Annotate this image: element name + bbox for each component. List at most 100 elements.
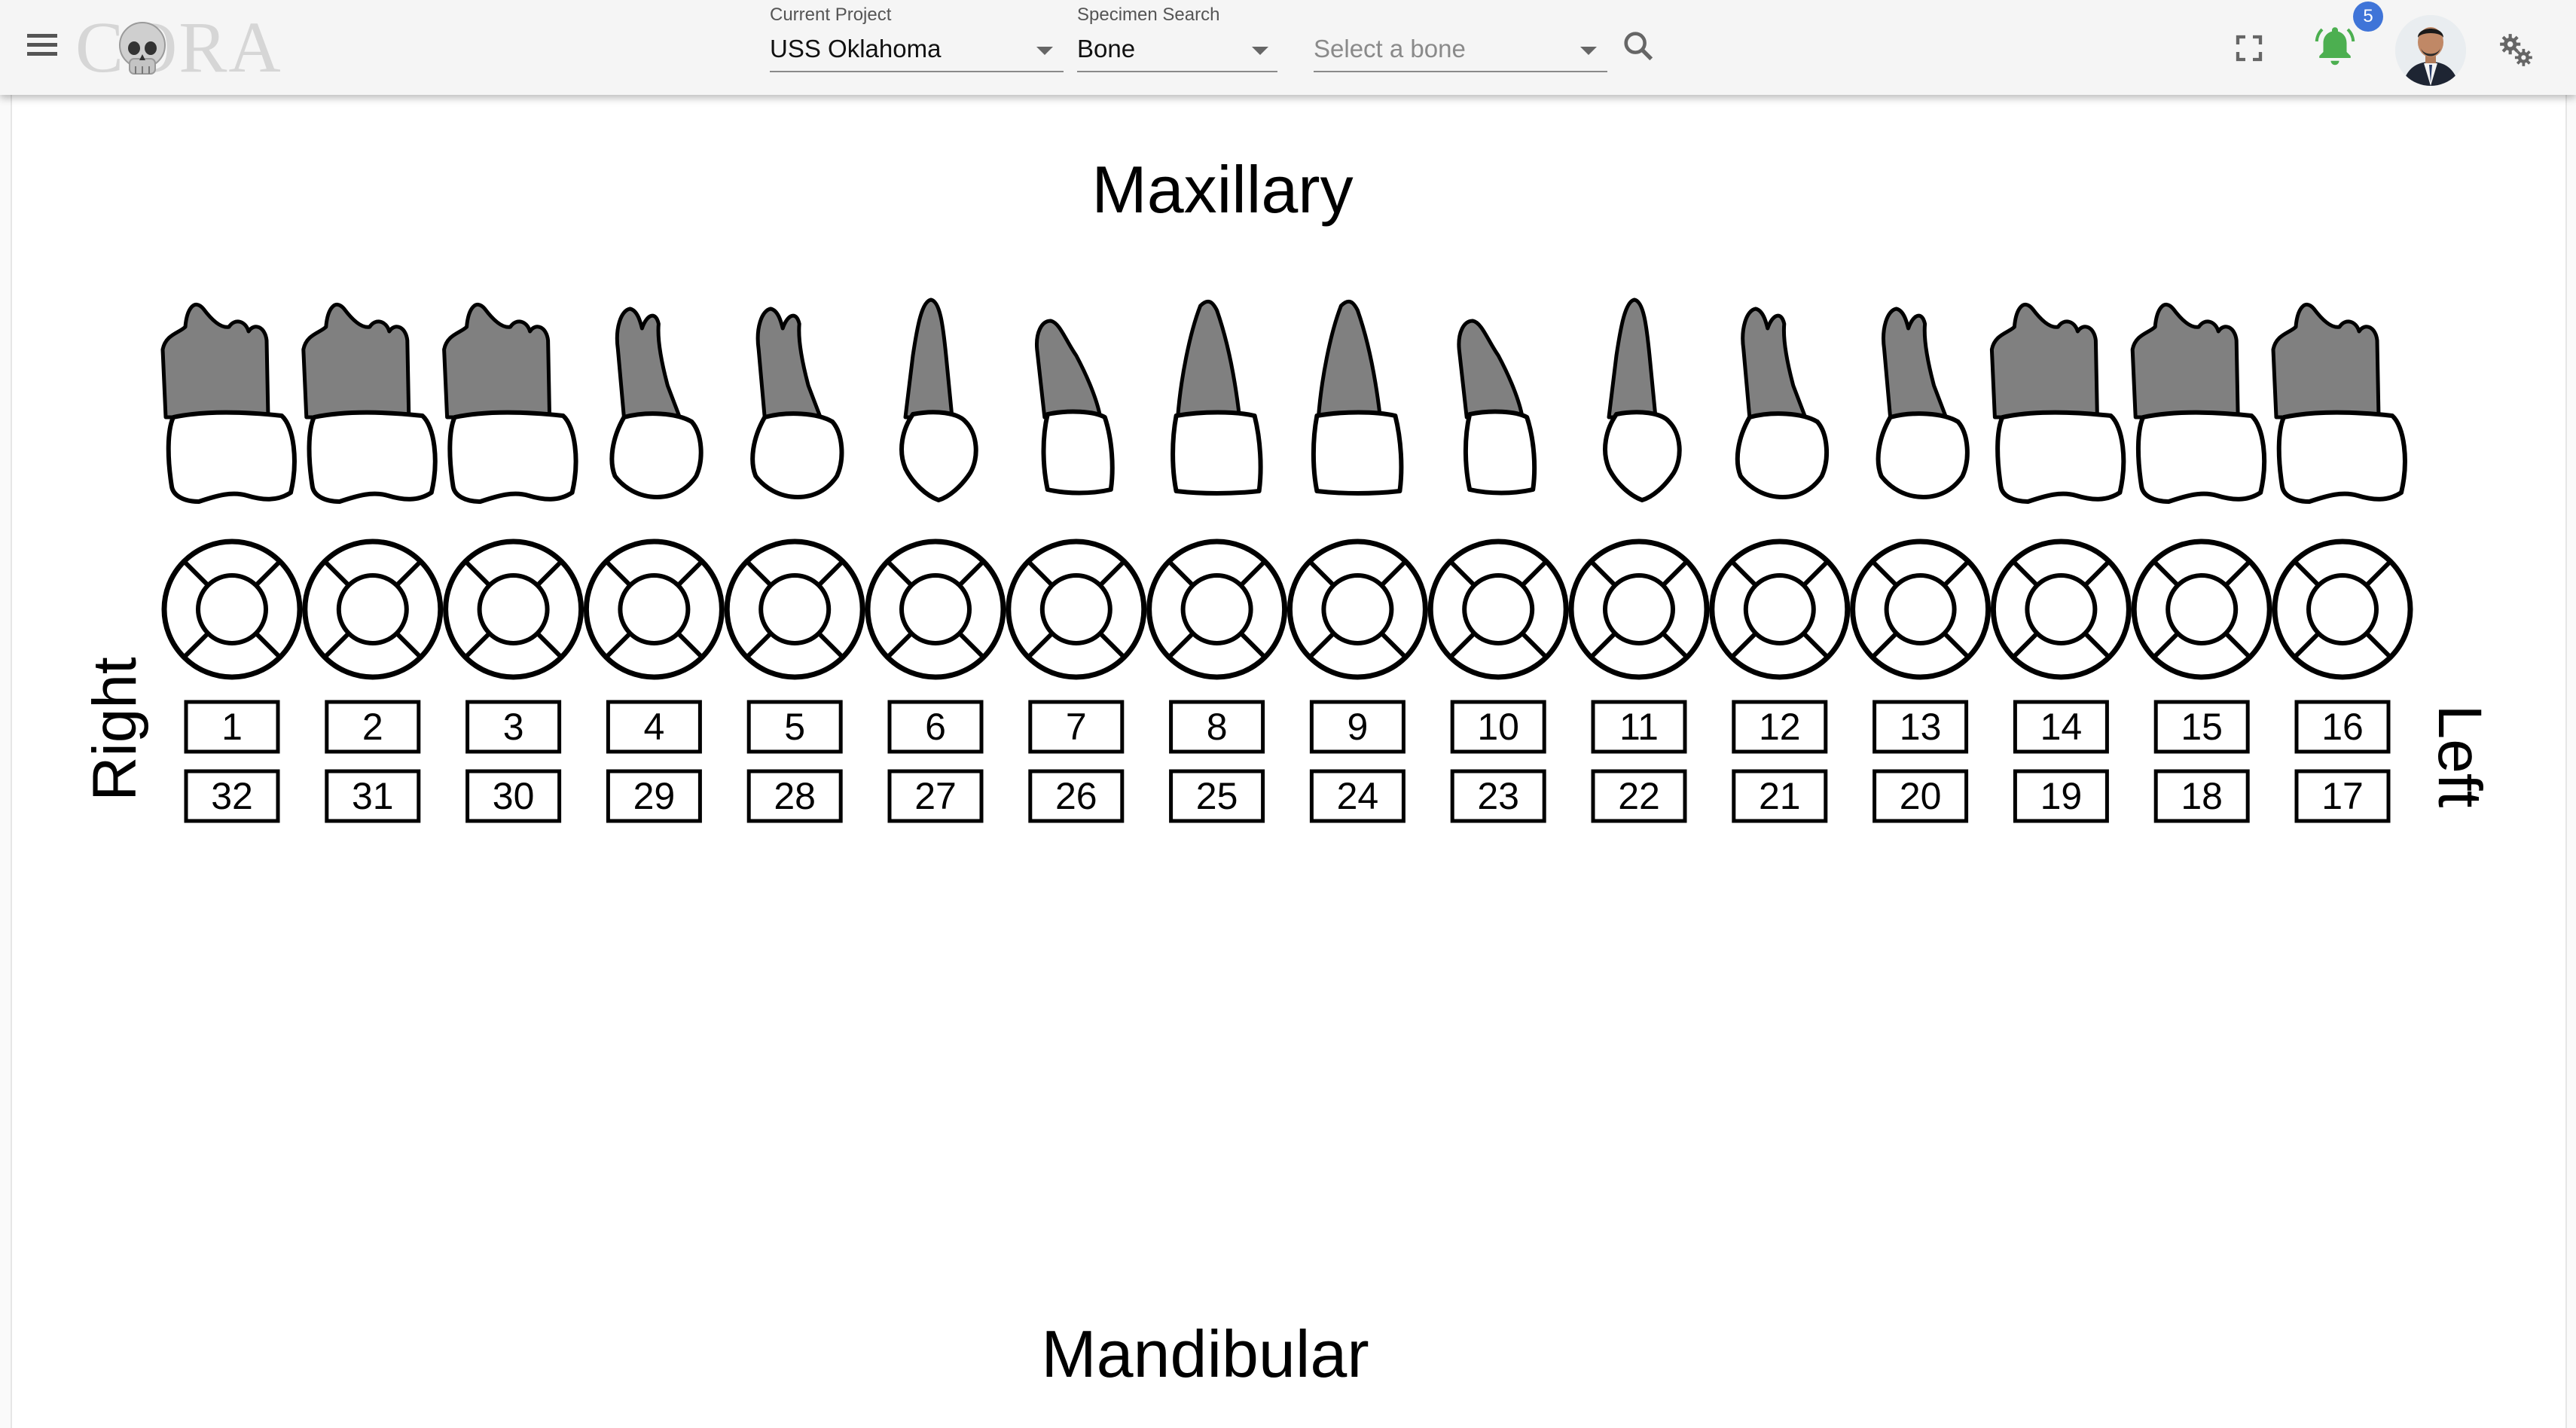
surface-occlusal[interactable] — [1180, 573, 1253, 645]
surface-occlusal[interactable] — [477, 573, 550, 645]
surface-occlusal[interactable] — [1039, 573, 1113, 645]
surface-occlusal[interactable] — [1603, 573, 1675, 645]
specimen-search-label: Specimen Search — [1077, 5, 1220, 25]
tooth-4[interactable] — [609, 307, 704, 499]
tooth-number-box-mandibular[interactable]: 29 — [606, 769, 702, 823]
tooth-root — [1607, 298, 1658, 420]
tooth-surface-diagram[interactable] — [1709, 539, 1851, 680]
tooth-surface-diagram[interactable] — [302, 539, 444, 680]
tooth-surface-diagram[interactable] — [1850, 539, 1992, 680]
tooth-surface-diagram[interactable] — [2131, 539, 2272, 680]
tooth-number-box-maxillary[interactable]: 15 — [2153, 700, 2250, 754]
app-logo[interactable]: CORA — [75, 6, 282, 89]
tooth-number-box-mandibular[interactable]: 18 — [2153, 769, 2250, 823]
tooth-number-box-maxillary[interactable]: 11 — [1591, 700, 1687, 754]
tooth-number-box-maxillary[interactable]: 3 — [465, 700, 562, 754]
tooth-surface-diagram[interactable] — [1146, 539, 1288, 680]
chevron-down-icon[interactable] — [1036, 47, 1053, 55]
surface-occlusal[interactable] — [618, 573, 691, 645]
tooth-number-box-maxillary[interactable]: 4 — [606, 700, 702, 754]
tooth-number-box-mandibular[interactable]: 25 — [1169, 769, 1265, 823]
tooth-number-box-maxillary[interactable]: 1 — [184, 700, 280, 754]
chevron-down-icon[interactable] — [1580, 47, 1597, 55]
tooth-number-box-maxillary[interactable]: 16 — [2294, 700, 2391, 754]
surface-occlusal[interactable] — [2025, 573, 2098, 645]
tooth-number-box-mandibular[interactable]: 27 — [887, 769, 984, 823]
tooth-surface-diagram[interactable] — [865, 539, 1006, 680]
tooth-root — [755, 307, 823, 420]
tooth-5[interactable] — [750, 307, 844, 499]
tooth-surface-diagram[interactable] — [1568, 539, 1710, 680]
tooth-surface-diagram[interactable] — [1990, 539, 2132, 680]
tooth-surface-diagram[interactable] — [161, 539, 303, 680]
tooth-root — [903, 298, 954, 420]
tooth-surface-diagram[interactable] — [1286, 539, 1428, 680]
tooth-7[interactable] — [1035, 319, 1115, 496]
tooth-3[interactable] — [442, 303, 578, 504]
hamburger-menu-icon[interactable] — [23, 29, 62, 68]
bone-select[interactable]: Select a bone — [1314, 5, 1607, 72]
tooth-number-box-maxillary[interactable]: 7 — [1028, 700, 1125, 754]
surface-occlusal[interactable] — [899, 573, 972, 645]
surface-occlusal[interactable] — [758, 573, 832, 645]
tooth-number-box-mandibular[interactable]: 31 — [325, 769, 421, 823]
tooth-crown — [1603, 410, 1682, 502]
tooth-surface-diagram[interactable] — [1427, 539, 1569, 680]
tooth-number-box-maxillary[interactable]: 2 — [325, 700, 421, 754]
tooth-12[interactable] — [1735, 307, 1830, 499]
tooth-13[interactable] — [1876, 307, 1970, 499]
tooth-number-box-maxillary[interactable]: 5 — [746, 700, 843, 754]
tooth-8[interactable] — [1170, 299, 1263, 496]
surface-occlusal[interactable] — [1462, 573, 1535, 645]
tooth-number-box-maxillary[interactable]: 14 — [2013, 700, 2109, 754]
gears-icon[interactable] — [2498, 32, 2535, 69]
tooth-number-box-maxillary[interactable]: 6 — [887, 700, 984, 754]
tooth-16[interactable] — [2271, 303, 2407, 504]
tooth-surface-diagram[interactable] — [2272, 539, 2413, 680]
chevron-down-icon[interactable] — [1252, 47, 1268, 55]
tooth-1[interactable] — [160, 303, 297, 504]
tooth-number-box-mandibular[interactable]: 21 — [1732, 769, 1828, 823]
tooth-6[interactable] — [899, 298, 978, 502]
tooth-number-3: 3 — [503, 706, 524, 748]
tooth-number-box-mandibular[interactable]: 23 — [1450, 769, 1546, 823]
tooth-number-box-maxillary[interactable]: 13 — [1872, 700, 1969, 754]
surface-occlusal[interactable] — [2306, 573, 2379, 645]
surface-occlusal[interactable] — [2165, 573, 2239, 645]
tooth-number-box-mandibular[interactable]: 24 — [1309, 769, 1406, 823]
app-toolbar: CORA Current Project USS Oklahoma Specim… — [0, 0, 2576, 95]
tooth-15[interactable] — [2130, 303, 2267, 504]
specimen-search-select[interactable]: Specimen Search Bone — [1077, 5, 1277, 72]
tooth-9[interactable] — [1311, 299, 1404, 496]
tooth-number-box-mandibular[interactable]: 19 — [2013, 769, 2109, 823]
tooth-number-box-maxillary[interactable]: 10 — [1450, 700, 1546, 754]
surface-occlusal[interactable] — [196, 573, 268, 645]
surface-occlusal[interactable] — [1884, 573, 1957, 645]
surface-occlusal[interactable] — [1321, 573, 1394, 645]
search-icon[interactable] — [1621, 29, 1656, 63]
user-avatar[interactable] — [2395, 15, 2466, 86]
tooth-surface-diagram[interactable] — [724, 539, 865, 680]
fullscreen-icon[interactable] — [2234, 33, 2264, 63]
tooth-number-box-mandibular[interactable]: 30 — [465, 769, 562, 823]
tooth-number-box-maxillary[interactable]: 12 — [1732, 700, 1828, 754]
tooth-number-box-maxillary[interactable]: 9 — [1309, 700, 1406, 754]
tooth-surface-diagram[interactable] — [583, 539, 725, 680]
tooth-surface-diagram[interactable] — [443, 539, 584, 680]
tooth-number-box-mandibular[interactable]: 28 — [746, 769, 843, 823]
tooth-surface-diagram[interactable] — [1006, 539, 1147, 680]
surface-occlusal[interactable] — [336, 573, 409, 645]
tooth-10[interactable] — [1457, 319, 1537, 496]
bell-icon[interactable] — [2312, 23, 2358, 68]
tooth-number-box-mandibular[interactable]: 17 — [2294, 769, 2391, 823]
tooth-14[interactable] — [1989, 303, 2126, 504]
tooth-number-box-mandibular[interactable]: 20 — [1872, 769, 1969, 823]
tooth-number-box-mandibular[interactable]: 32 — [184, 769, 280, 823]
tooth-2[interactable] — [301, 303, 438, 504]
tooth-number-box-mandibular[interactable]: 22 — [1591, 769, 1687, 823]
current-project-select[interactable]: Current Project USS Oklahoma — [770, 5, 1064, 72]
surface-occlusal[interactable] — [1743, 573, 1816, 645]
tooth-number-box-maxillary[interactable]: 8 — [1169, 700, 1265, 754]
tooth-number-box-mandibular[interactable]: 26 — [1028, 769, 1125, 823]
tooth-11[interactable] — [1603, 298, 1682, 502]
